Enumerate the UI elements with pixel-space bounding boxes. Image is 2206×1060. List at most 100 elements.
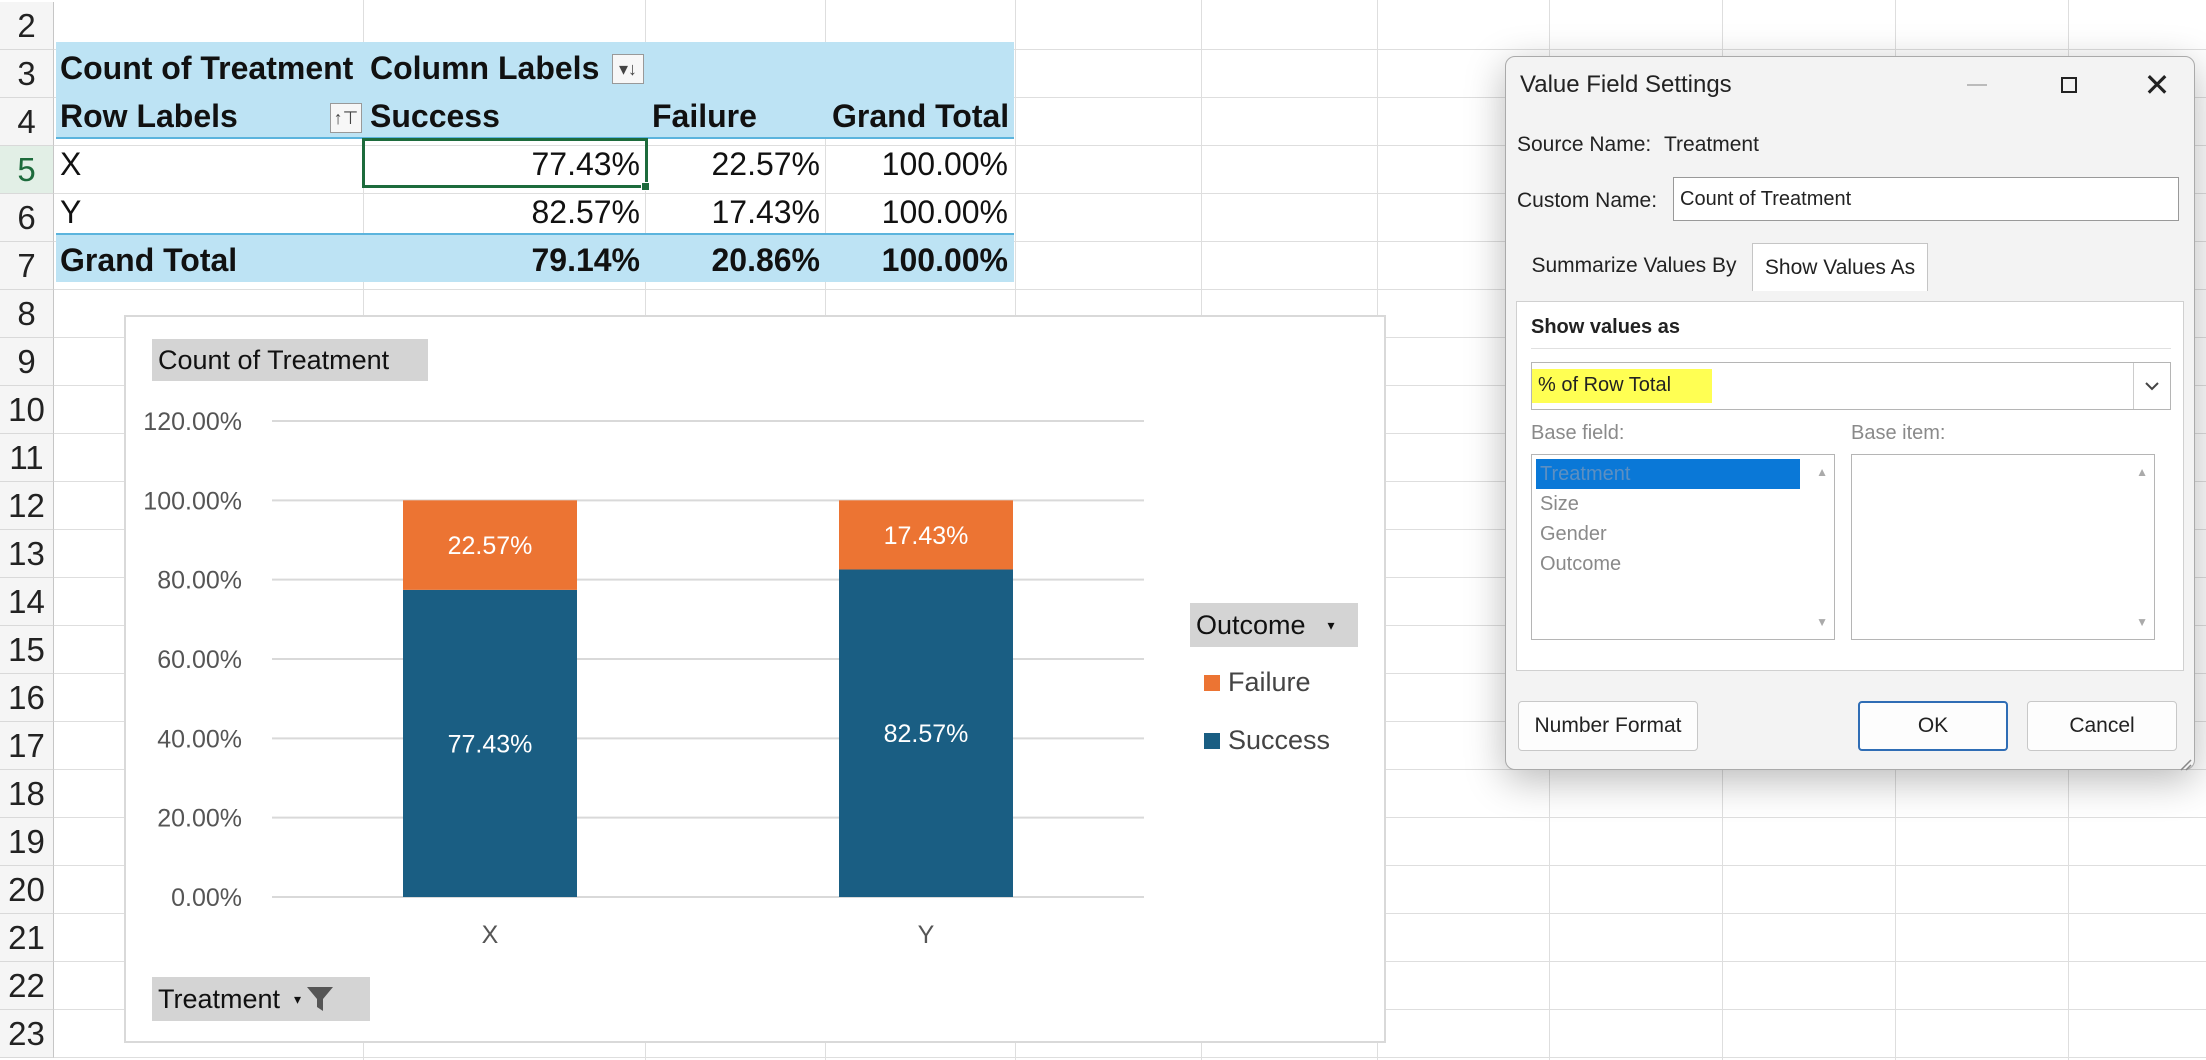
row-number[interactable]: 5 — [0, 146, 54, 194]
close-icon: ✕ — [2143, 67, 2171, 103]
pivot-total-cell[interactable]: 79.14% — [364, 236, 646, 284]
maximize-button[interactable] — [2038, 57, 2100, 113]
legend-swatch — [1204, 733, 1220, 749]
list-item[interactable]: Treatment — [1536, 460, 1630, 488]
heading-divider — [1531, 348, 2171, 349]
pivot-row-label-x[interactable]: X — [54, 140, 87, 188]
pivot-total-cell[interactable]: 100.00% — [826, 236, 1014, 284]
show-values-heading: Show values as — [1531, 316, 1680, 338]
base-field-label: Base field: — [1531, 422, 1625, 444]
pivot-col-header-failure[interactable]: Failure — [646, 92, 763, 140]
pivot-cell[interactable]: 100.00% — [826, 140, 1014, 188]
tab-show-values-as[interactable]: Show Values As — [1752, 243, 1928, 291]
pivot-col-header-success[interactable]: Success — [364, 92, 506, 140]
y-tick-label: 100.00% — [143, 487, 242, 515]
row-number[interactable]: 14 — [0, 578, 54, 626]
pivot-row-labels[interactable]: Row Labels — [54, 92, 244, 140]
custom-name-input[interactable]: Count of Treatment — [1673, 177, 2179, 221]
row-number[interactable]: 21 — [0, 914, 54, 962]
active-cell-border — [362, 138, 648, 188]
pivot-cell[interactable]: 17.43% — [646, 188, 826, 236]
pivot-cell[interactable]: 22.57% — [646, 140, 826, 188]
dialog-title: Value Field Settings — [1520, 71, 1732, 98]
filter-funnel-icon — [307, 987, 334, 1011]
row-number[interactable]: 2 — [0, 2, 54, 50]
row-number[interactable]: 18 — [0, 770, 54, 818]
list-item[interactable]: Outcome — [1536, 550, 1621, 578]
x-tick-label: Y — [918, 921, 935, 949]
y-tick-label: 120.00% — [143, 408, 242, 436]
maximize-icon — [2061, 77, 2077, 93]
row-number[interactable]: 13 — [0, 530, 54, 578]
base-item-list[interactable]: ▲ ▼ — [1851, 454, 2155, 640]
legend-outcome-button[interactable]: Outcome ▾ — [1190, 603, 1358, 647]
scroll-down-icon[interactable]: ▼ — [1816, 615, 1828, 629]
axis-field-label: Treatment — [158, 983, 281, 1014]
list-item[interactable]: Gender — [1536, 520, 1607, 548]
row-number[interactable]: 10 — [0, 386, 54, 434]
row-number[interactable]: 19 — [0, 818, 54, 866]
row-labels-filter-icon[interactable]: ↑⊤ — [330, 103, 362, 133]
minimize-icon — [1946, 57, 2008, 113]
legend-title: Outcome — [1196, 609, 1306, 640]
y-tick-label: 60.00% — [157, 646, 242, 674]
fill-handle[interactable] — [641, 182, 650, 191]
data-label: 77.43% — [448, 730, 533, 758]
legend-swatch — [1204, 675, 1220, 691]
source-name-value: Treatment — [1664, 133, 1759, 156]
base-field-list[interactable]: Treatment Size Gender Outcome ▲ ▼ — [1531, 454, 1835, 640]
row-number[interactable]: 15 — [0, 626, 54, 674]
scroll-up-icon[interactable]: ▲ — [2136, 465, 2148, 479]
pivot-value-field[interactable]: Count of Treatment — [54, 44, 359, 92]
row-number[interactable]: 20 — [0, 866, 54, 914]
pivot-chart[interactable]: Count of Treatment 0.00% 20.00% 40.00% 60.0… — [124, 315, 1386, 1043]
row-number[interactable]: 7 — [0, 242, 54, 290]
axis-treatment-button[interactable]: Treatment ▾ — [152, 977, 370, 1021]
row-number[interactable]: 9 — [0, 338, 54, 386]
list-item[interactable]: Size — [1536, 490, 1579, 518]
y-tick-label: 0.00% — [171, 884, 242, 912]
pivot-cell[interactable]: 100.00% — [826, 188, 1014, 236]
row-number[interactable]: 4 — [0, 98, 54, 146]
tab-summarize-values-by[interactable]: Summarize Values By — [1518, 243, 1750, 289]
column-labels-sort-icon[interactable]: ▾↓ — [612, 54, 644, 84]
resize-grip-icon[interactable] — [2178, 753, 2192, 771]
pivot-row-label-y[interactable]: Y — [54, 188, 87, 236]
y-tick-label: 80.00% — [157, 567, 242, 595]
scroll-up-icon[interactable]: ▲ — [1816, 465, 1828, 479]
cancel-button[interactable]: Cancel — [2027, 701, 2177, 751]
pivot-col-header-grand-total[interactable]: Grand Total — [826, 92, 1015, 140]
row-number[interactable]: 16 — [0, 674, 54, 722]
source-name-label: Source Name: — [1517, 133, 1652, 156]
show-values-dropdown[interactable]: % of Row Total — [1531, 362, 2171, 410]
row-gridline — [54, 1057, 2206, 1058]
chevron-down-icon[interactable] — [2133, 363, 2170, 409]
chevron-down-icon: ▾ — [294, 990, 302, 1007]
row-number[interactable]: 6 — [0, 194, 54, 242]
pivot-column-labels[interactable]: Column Labels — [364, 44, 605, 92]
legend-entry: Failure — [1228, 667, 1311, 697]
chevron-down-icon: ▾ — [1327, 616, 1335, 633]
number-format-button[interactable]: Number Format — [1518, 701, 1698, 751]
scroll-down-icon[interactable]: ▼ — [2136, 615, 2148, 629]
chart-plot-area: 0.00% 20.00% 40.00% 60.00% 80.00% 100.00% 120.… — [143, 408, 1330, 949]
pivot-grand-total-label[interactable]: Grand Total — [54, 236, 243, 284]
row-number[interactable]: 12 — [0, 482, 54, 530]
row-number[interactable]: 8 — [0, 290, 54, 338]
data-label: 17.43% — [884, 522, 969, 550]
row-number[interactable]: 23 — [0, 1010, 54, 1058]
pivot-total-cell[interactable]: 20.86% — [646, 236, 826, 284]
row-number[interactable]: 11 — [0, 434, 54, 482]
show-values-selected: % of Row Total — [1538, 374, 1672, 396]
data-label: 82.57% — [884, 720, 969, 748]
ok-button[interactable]: OK — [1858, 701, 2008, 751]
value-field-settings-dialog[interactable]: Value Field Settings ✕ Source Name: Trea… — [1505, 56, 2195, 771]
y-tick-label: 20.00% — [157, 805, 242, 833]
row-number[interactable]: 22 — [0, 962, 54, 1010]
data-label: 22.57% — [448, 532, 533, 560]
row-number[interactable]: 3 — [0, 50, 54, 98]
close-button[interactable]: ✕ — [2126, 57, 2188, 113]
pivot-cell[interactable]: 82.57% — [364, 188, 646, 236]
row-number[interactable]: 17 — [0, 722, 54, 770]
x-tick-label: X — [482, 921, 499, 949]
